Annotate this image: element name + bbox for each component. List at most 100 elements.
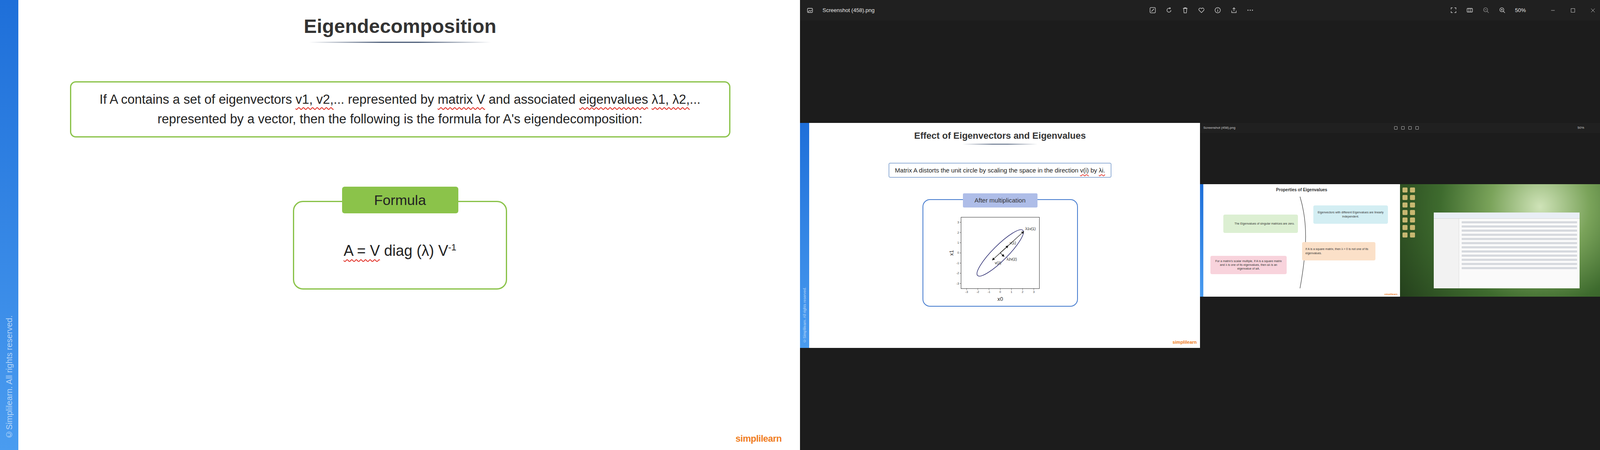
- eigen-effect-slide: ©Simplilearn. All rights reserved. Effec…: [800, 122, 1200, 348]
- property-card: If A is a square matrix, then λ = 0 is n…: [1302, 242, 1376, 261]
- displayed-screenshot: ©Simplilearn. All rights reserved. Effec…: [800, 122, 1600, 348]
- nested-photo-viewer: Screenshot (458).png 50% Properties of E…: [1200, 122, 1600, 348]
- x-axis-label: x0: [997, 295, 1003, 303]
- screen: ©Simplilearn. All rights reserved. Eigen…: [0, 0, 1600, 450]
- zoom-in-icon[interactable]: [1498, 6, 1506, 14]
- zoom-level[interactable]: 50%: [1515, 7, 1526, 14]
- file-row: [1461, 237, 1578, 240]
- share-icon[interactable]: [1230, 6, 1238, 14]
- y-tick-label: -1: [956, 261, 959, 265]
- delete-icon[interactable]: [1181, 6, 1189, 14]
- y-tick-label: -2: [956, 271, 959, 275]
- maximize-icon[interactable]: [1570, 7, 1576, 14]
- simplilearn-logo: simplilearn: [1172, 339, 1197, 345]
- file-explorer-window: [1433, 212, 1580, 289]
- file-row: [1461, 267, 1578, 270]
- x-tick-label: 1: [1010, 290, 1013, 294]
- chart-section: After multiplication -3-2-101233210-1-2-…: [922, 193, 1078, 307]
- file-row: [1461, 262, 1578, 265]
- nested-screenshot: Properties of Eigenvalues Eigenvectors w…: [1200, 184, 1600, 297]
- nested-title-bar: Screenshot (458).png 50%: [1200, 122, 1600, 133]
- y-tick-label: 3: [957, 220, 959, 224]
- desktop-shortcut-icon: [1410, 187, 1415, 193]
- caption-segment: Matrix A distorts the unit circle by sca…: [895, 166, 1080, 174]
- vector-arrow: [1000, 252, 1004, 257]
- y-tick: [959, 252, 961, 253]
- y-tick: [959, 283, 961, 284]
- property-card: The Eigenvalues of singular matrices are…: [1223, 214, 1298, 233]
- zoom-out-icon[interactable]: [1482, 6, 1490, 14]
- mini-tool-icon: [1415, 126, 1419, 130]
- mini-tool-icon: [1408, 126, 1412, 130]
- vector-label: λ1v(1): [1025, 226, 1036, 231]
- favorite-icon[interactable]: [1197, 6, 1205, 14]
- formula-section: Formula A = V diag (λ) V-1: [292, 186, 508, 290]
- file-row: [1461, 229, 1578, 232]
- x-tick-label: -1: [987, 290, 990, 294]
- desktop-shortcut-icon: [1402, 187, 1408, 193]
- mini-tool-icon: [1401, 126, 1405, 130]
- desktop-icons: [1402, 187, 1415, 238]
- y-tick: [959, 222, 961, 223]
- x-tick: [1022, 288, 1023, 290]
- nested-zoom-level: 50%: [1577, 125, 1585, 130]
- lecture-slide: ©Simplilearn. All rights reserved. Eigen…: [0, 0, 800, 450]
- minimize-icon[interactable]: [1550, 7, 1556, 14]
- intro-segment: matrix V: [437, 92, 485, 107]
- distorted-circle: [972, 225, 1028, 281]
- file-row: [1461, 246, 1578, 249]
- y-tick: [959, 272, 961, 274]
- edit-icon[interactable]: [1149, 6, 1157, 14]
- ellipse-chart: -3-2-101233210-1-2-3x1x0λ1v(1)v(1)v(2)λ2…: [923, 200, 1078, 306]
- desktop-photo: [1400, 184, 1600, 297]
- simplilearn-logo: simplilearn: [735, 433, 782, 445]
- title-underline: [962, 143, 1038, 145]
- x-tick: [1000, 288, 1001, 290]
- connector-curve: [1203, 184, 1400, 297]
- intro-segment: λ1, λ2,: [651, 92, 690, 107]
- x-tick-label: -2: [976, 290, 979, 294]
- desktop-shortcut-icon: [1402, 210, 1408, 215]
- plot-area: [960, 217, 1040, 289]
- x-tick-label: 3: [1032, 290, 1035, 294]
- explorer-title-bar: [1433, 212, 1580, 219]
- x-tick: [966, 288, 967, 290]
- file-row: [1461, 242, 1578, 245]
- simplilearn-logo: simplilearn: [1384, 292, 1398, 296]
- info-icon[interactable]: [1214, 6, 1222, 14]
- window-title: Screenshot (458).png: [822, 7, 875, 14]
- file-row: [1461, 225, 1578, 228]
- vector-label: λ2v(2): [1006, 257, 1017, 262]
- file-row: [1461, 254, 1578, 257]
- toolbar: [1149, 6, 1254, 14]
- rotate-icon[interactable]: [1165, 6, 1173, 14]
- desktop-shortcut-icon: [1410, 232, 1415, 238]
- property-card: Eigenvectors with different Eigenvalues …: [1313, 205, 1388, 224]
- nested-window-title: Screenshot (458).png: [1203, 125, 1236, 130]
- title-underline: [309, 41, 491, 43]
- more-icon[interactable]: [1246, 6, 1254, 14]
- window-controls: 50%: [1253, 6, 1597, 14]
- caption-segment: v(i): [1080, 166, 1089, 174]
- x-tick-label: 2: [1021, 290, 1024, 294]
- title-bar: Screenshot (458).png 50%: [800, 0, 1600, 21]
- formula-card: A = V diag (λ) V-1: [292, 200, 508, 290]
- vector-label: v(1): [1009, 240, 1016, 245]
- slide-title: Eigendecomposition: [303, 15, 497, 38]
- formula-segment: diag (λ) V: [380, 242, 449, 260]
- explorer-sidebar: [1433, 218, 1460, 289]
- desktop-shortcut-icon: [1402, 202, 1408, 208]
- desktop-shortcut-icon: [1410, 225, 1415, 230]
- explorer-file-list: [1459, 218, 1580, 289]
- x-tick: [1033, 288, 1034, 290]
- desktop-shortcut-icon: [1402, 232, 1408, 238]
- filmstrip-icon[interactable]: [1466, 6, 1474, 14]
- slide-strip: [1200, 184, 1204, 297]
- properties-slide: Properties of Eigenvalues Eigenvectors w…: [1200, 184, 1400, 297]
- caption-segment: λi.: [1098, 166, 1105, 174]
- close-icon[interactable]: [1590, 7, 1596, 14]
- formula-power: -1: [448, 242, 457, 253]
- fullscreen-icon[interactable]: [1450, 6, 1458, 14]
- photos-app-icon: [806, 7, 814, 14]
- formula-text: A = V diag (λ) V-1: [343, 242, 457, 260]
